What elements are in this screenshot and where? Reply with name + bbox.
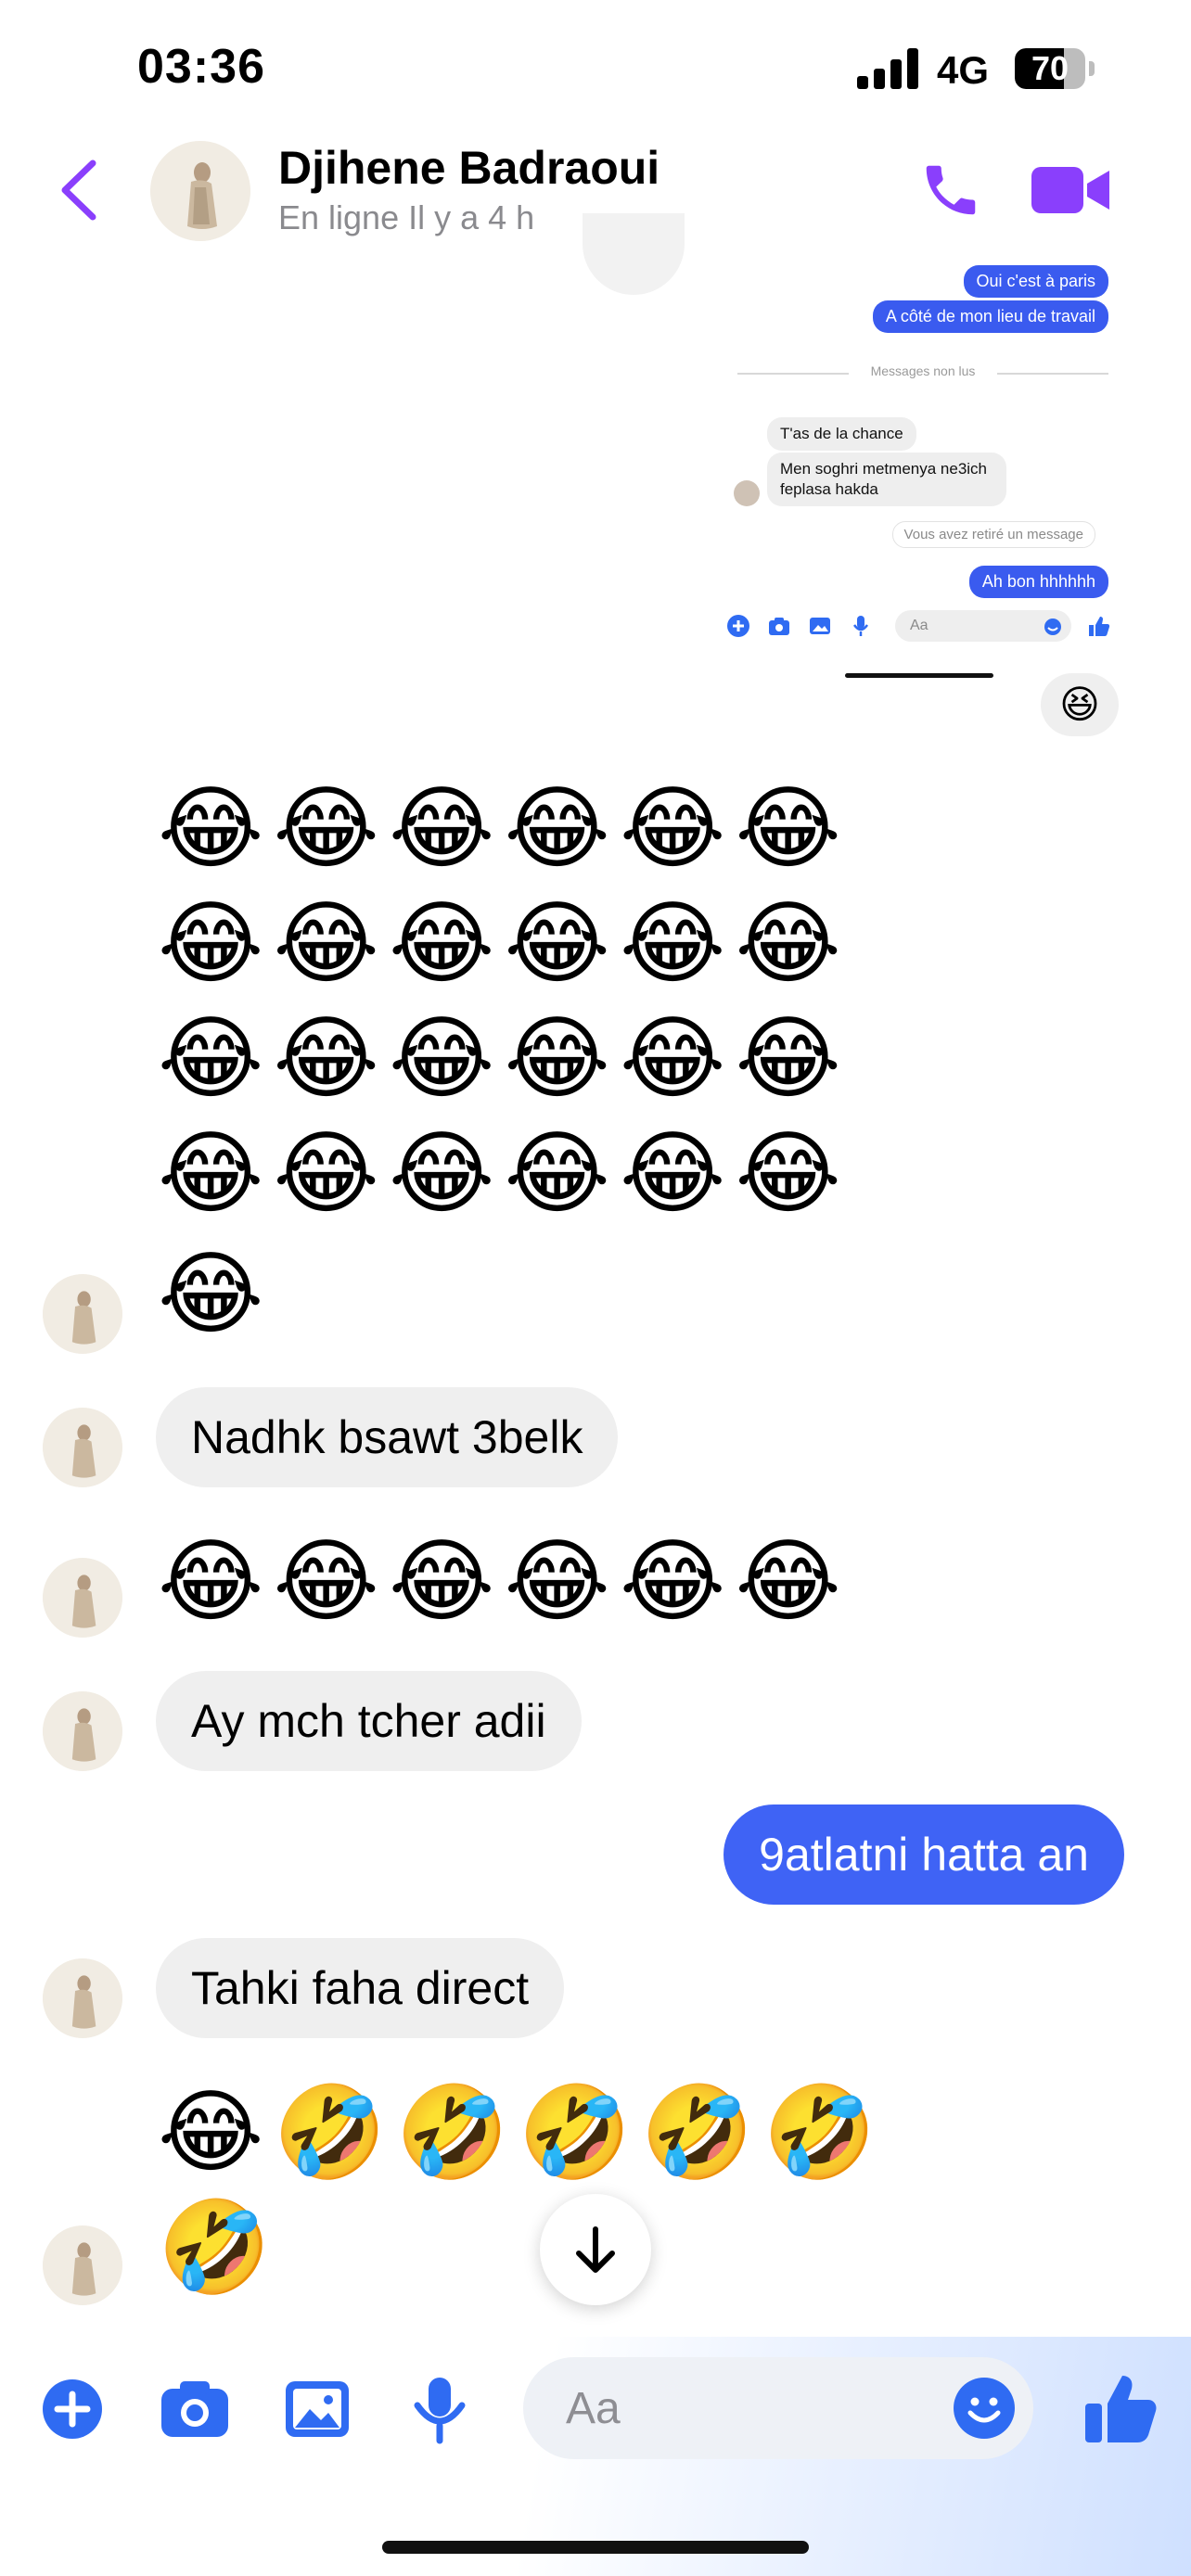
microphone-icon[interactable] [403,2372,477,2446]
emoji-message-row[interactable]: 😂😂😂😂😂😂 [158,892,851,994]
plus-icon[interactable] [35,2372,109,2446]
battery-icon: 70 [1015,48,1085,89]
scroll-to-bottom-button[interactable] [540,2194,651,2305]
shot-removed-note: Vous avez retiré un message [891,521,1095,548]
sender-avatar[interactable] [43,1691,122,1771]
outgoing-message-bubble[interactable]: 9atlatni hatta an [724,1804,1124,1905]
arrow-down-icon [576,2226,615,2273]
thumbs-up-icon[interactable] [1082,2368,1159,2446]
shot-plus-icon [727,615,749,637]
message-input-placeholder: Aa [566,2384,621,2433]
home-indicator [382,2541,809,2554]
emoji-reply-bubble[interactable]: 😆 [1041,673,1119,736]
camera-icon[interactable] [158,2372,232,2446]
emoji-icon[interactable] [952,2376,1017,2441]
video-camera-icon[interactable] [1031,163,1109,217]
emoji-message-row[interactable]: 😂😂😂😂😂😂 [158,1122,851,1224]
status-time: 03:36 [137,40,265,94]
shot-mic-icon [852,616,869,636]
back-chevron-icon[interactable] [56,158,102,223]
shot-last-out-message: Ah bon hhhhhh [968,566,1108,598]
contact-name[interactable]: Djihene Badraoui [278,141,660,195]
shared-image-camera-cap [583,213,685,295]
incoming-message-bubble[interactable]: Ay mch tcher adii [156,1671,582,1771]
shot-emoji-icon [1044,618,1061,635]
contact-avatar[interactable] [150,141,250,241]
image-icon[interactable] [280,2372,354,2446]
shot-image-icon [810,618,830,634]
sender-avatar[interactable] [43,1558,122,1638]
shot-avatar [734,480,760,506]
emoji-message-row[interactable]: 😂😂😂😂😂😂 [158,1007,851,1109]
shot-thumbs-up-icon [1089,617,1110,636]
presence-status: En ligne Il y a 4 h [278,198,535,236]
shot-out-message-1: Oui c'est à paris [963,265,1108,298]
signal-icon [857,48,920,89]
shot-divider-label: Messages non lus [849,363,997,378]
emoji-message-row[interactable]: 🤣 [158,2196,280,2298]
emoji-message-row[interactable]: 😂🤣🤣🤣🤣🤣 [158,2081,886,2183]
shared-screenshot-image[interactable]: Oui c'est à paris A côté de mon lieu de … [719,213,1127,686]
shot-in-message-2: Men soghri metmenya ne3ich feplasa hakda [767,453,1006,506]
incoming-message-bubble[interactable]: Nadhk bsawt 3belk [156,1387,619,1487]
sender-avatar[interactable] [43,2225,122,2305]
incoming-message-bubble[interactable]: Tahki faha direct [156,1938,565,2038]
battery-level: 70 [1031,49,1069,87]
sender-avatar[interactable] [43,1408,122,1487]
sender-avatar[interactable] [43,1958,122,2038]
sender-avatar[interactable] [43,1274,122,1354]
shot-home-indicator [845,673,993,678]
emoji-message-row[interactable]: 😂😂😂😂😂😂 [158,777,851,879]
emoji-message-row[interactable]: 😂😂😂😂😂😂 [158,1530,851,1632]
shot-camera-icon [769,618,789,635]
shot-in-message-1: T'as de la chance [767,417,916,451]
shot-out-message-2: A côté de mon lieu de travail [872,300,1108,333]
network-type: 4G [937,48,990,92]
battery-tip [1089,61,1095,76]
emoji-message-row[interactable]: 😂 [158,1243,274,1345]
